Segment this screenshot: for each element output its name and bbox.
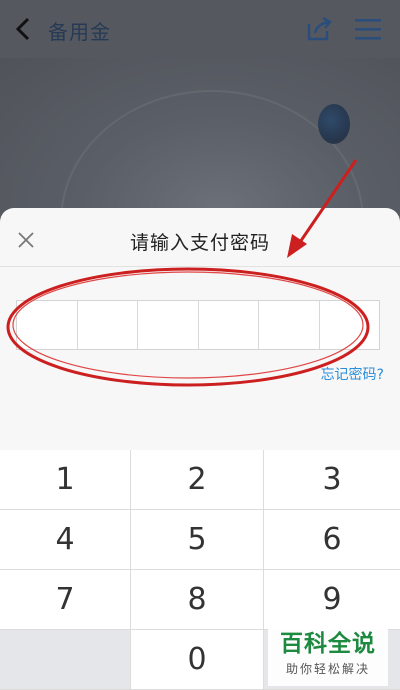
key-blank-left	[0, 630, 131, 690]
key-4[interactable]: 4	[0, 510, 131, 570]
hamburger-menu-icon	[355, 19, 381, 40]
key-6[interactable]: 6	[264, 510, 400, 570]
key-3[interactable]: 3	[264, 450, 400, 510]
chevron-left-icon	[15, 17, 30, 41]
logo-subtitle: 助你轻松解决	[285, 662, 370, 676]
password-input[interactable]	[16, 300, 380, 350]
key-9[interactable]: 9	[264, 570, 400, 630]
key-7[interactable]: 7	[0, 570, 131, 630]
password-digit-cell	[17, 301, 78, 349]
password-digit-cell	[138, 301, 199, 349]
divider	[0, 266, 400, 267]
password-digit-cell	[199, 301, 259, 349]
share-button[interactable]	[305, 16, 333, 42]
key-1[interactable]: 1	[0, 450, 131, 510]
logo-title: 百科全说	[280, 631, 376, 657]
payment-password-dialog: 请输入支付密码 忘记密码?	[0, 208, 400, 450]
app-header: 备用金	[0, 0, 400, 58]
back-button[interactable]	[12, 16, 36, 42]
password-digit-cell	[78, 301, 138, 349]
watermark-logo: 百科全说 助你轻松解决	[268, 628, 388, 686]
key-5[interactable]: 5	[131, 510, 264, 570]
page-title: 备用金	[48, 20, 111, 44]
key-2[interactable]: 2	[131, 450, 264, 510]
key-8[interactable]: 8	[131, 570, 264, 630]
key-0[interactable]: 0	[131, 630, 264, 690]
forgot-password-link[interactable]: 忘记密码?	[321, 364, 384, 384]
dialog-title: 请输入支付密码	[129, 232, 270, 254]
password-digit-cell	[259, 301, 320, 349]
password-digit-cell	[320, 301, 380, 349]
decorative-orb	[318, 104, 350, 144]
share-icon	[307, 16, 332, 41]
menu-button[interactable]	[353, 16, 383, 42]
